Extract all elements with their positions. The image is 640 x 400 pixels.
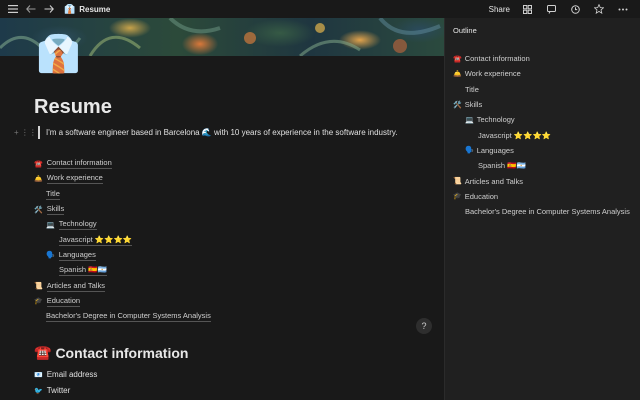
comment-icon[interactable]: [544, 2, 558, 16]
contact-information-heading[interactable]: ☎️ Contact information: [34, 344, 188, 361]
toc-item-bachelors[interactable]: Bachelor's Degree in Computer Systems An…: [34, 309, 211, 324]
outline-list: ☎️ Contact information 🛎️ Work experience …: [453, 51, 630, 219]
outline-item-javascript[interactable]: Javascript ⭐⭐⭐⭐: [453, 127, 630, 142]
toc-item-technology[interactable]: 💻 Technology: [34, 217, 211, 232]
sidebar-menu-icon[interactable]: [6, 2, 20, 16]
telephone-icon: ☎️: [34, 344, 52, 360]
toc-item-articles[interactable]: 📜 Articles and Talks: [34, 278, 211, 293]
outline-item-title[interactable]: Title: [453, 82, 630, 97]
outline-item-education[interactable]: 🎓 Education: [453, 189, 630, 204]
page-emoji-icon: 👔: [64, 3, 76, 14]
toc-item-contact[interactable]: ☎️ Contact information: [34, 156, 211, 171]
toc-item-languages[interactable]: 🗣️ Languages: [34, 248, 211, 263]
email-line[interactable]: 📧 Email address: [34, 370, 97, 379]
breadcrumb[interactable]: 👔 Resume: [64, 4, 110, 15]
layout-grid-icon[interactable]: [520, 2, 534, 16]
outline-item-technology[interactable]: 💻 Technology: [453, 112, 630, 127]
toc-item-spanish[interactable]: Spanish 🇪🇸🇦🇷: [34, 263, 211, 278]
favorite-star-icon[interactable]: [592, 2, 606, 16]
table-of-contents: ☎️ Contact information 🛎️ Work experience …: [34, 156, 211, 324]
breadcrumb-page-title: Resume: [79, 4, 111, 14]
outline-item-articles[interactable]: 📜 Articles and Talks: [453, 173, 630, 188]
history-clock-icon[interactable]: [568, 2, 582, 16]
outline-item-work-experience[interactable]: 🛎️ Work experience: [453, 66, 630, 81]
share-button[interactable]: Share: [489, 5, 510, 14]
drag-handle-icon[interactable]: + ⋮⋮: [14, 128, 37, 137]
more-options-icon[interactable]: [616, 2, 630, 16]
outline-title: Outline: [453, 26, 477, 35]
outline-item-languages[interactable]: 🗣️ Languages: [453, 143, 630, 158]
outline-item-spanish[interactable]: Spanish 🇪🇸🇦🇷: [453, 158, 630, 173]
toc-item-title[interactable]: Title: [34, 187, 211, 202]
email-icon: 📧: [34, 371, 43, 379]
page-title[interactable]: Resume: [34, 96, 112, 119]
outline-item-skills[interactable]: 🛠️ Skills: [453, 97, 630, 112]
outline-panel: Outline ☎️ Contact information 🛎️ Work exp…: [444, 18, 640, 400]
page-icon[interactable]: 👔: [36, 36, 81, 72]
intro-quote[interactable]: I'm a software engineer based in Barcelo…: [38, 126, 418, 139]
outline-item-contact[interactable]: ☎️ Contact information: [453, 51, 630, 66]
toc-item-education[interactable]: 🎓 Education: [34, 294, 211, 309]
back-arrow-icon[interactable]: [24, 2, 38, 16]
top-bar: 👔 Resume Share: [0, 0, 640, 18]
toc-item-javascript[interactable]: Javascript ⭐⭐⭐⭐: [34, 232, 211, 247]
twitter-line[interactable]: 🐦 Twitter: [34, 386, 70, 395]
bird-icon: 🐦: [34, 387, 43, 395]
forward-arrow-icon[interactable]: [42, 2, 56, 16]
toc-item-skills[interactable]: 🛠️ Skills: [34, 202, 211, 217]
toc-item-work-experience[interactable]: 🛎️ Work experience: [34, 171, 211, 186]
outline-item-bachelors[interactable]: Bachelor's Degree in Computer Systems An…: [453, 204, 630, 219]
page-content: Resume + ⋮⋮ I'm a software engineer base…: [0, 56, 444, 400]
help-button[interactable]: ?: [416, 318, 432, 334]
